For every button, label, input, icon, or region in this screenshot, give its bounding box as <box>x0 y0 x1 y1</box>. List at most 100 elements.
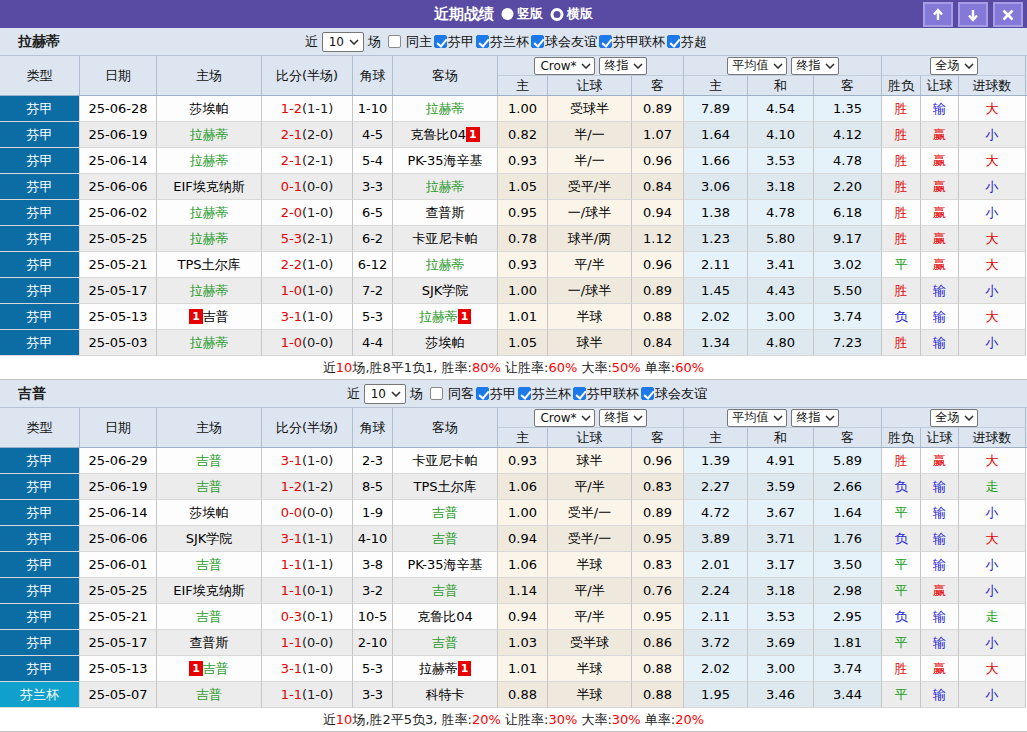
avg-select[interactable]: 平均值 <box>727 57 787 75</box>
chevron-down-icon <box>349 39 359 45</box>
league-checkbox[interactable] <box>434 35 447 48</box>
avg-away-cell: 7.23 <box>814 330 882 356</box>
league-checkbox[interactable] <box>518 387 531 400</box>
league-checkbox[interactable] <box>531 35 544 48</box>
away-odds-cell: 1.07 <box>632 122 684 148</box>
odds-stage-select[interactable]: 终指 <box>599 57 647 75</box>
odds-stage-select[interactable]: 终指 <box>599 409 647 427</box>
team-name: 拉赫蒂 <box>190 334 229 352</box>
away-odds-cell: 0.89 <box>632 278 684 304</box>
same-venue-checkbox[interactable] <box>388 35 401 48</box>
arrow-up-icon <box>931 8 945 22</box>
date-cell: 25-05-25 <box>80 578 157 604</box>
team-name: 吉普 <box>203 660 229 678</box>
avg-draw-cell: 5.80 <box>748 226 814 252</box>
league-checkbox[interactable] <box>641 387 654 400</box>
avg-home-cell: 1.95 <box>684 682 748 708</box>
titlebar: 近期战绩 竖版 横版 <box>0 0 1027 28</box>
avg-away-cell: 5.89 <box>814 448 882 474</box>
column-header: 主 <box>498 76 548 95</box>
team-name: EIF埃克纳斯 <box>173 178 245 196</box>
league-cell: 芬甲 <box>0 578 80 604</box>
league-checkbox[interactable] <box>667 35 680 48</box>
home-team-cell: 拉赫蒂 <box>157 226 262 252</box>
avg-home-cell: 2.11 <box>684 252 748 278</box>
home-team-cell: 拉赫蒂 <box>157 330 262 356</box>
league-cell: 芬甲 <box>0 630 80 656</box>
score-cell: 1-2(1-2) <box>262 474 353 500</box>
home-team-cell: 拉赫蒂 <box>157 148 262 174</box>
summary-row: 近10场,胜8平1负1, 胜率:80% 让胜率:60% 大率:50% 单率:60… <box>0 356 1027 380</box>
away-odds-cell: 0.95 <box>632 604 684 630</box>
avg-away-cell: 1.64 <box>814 500 882 526</box>
result-cell: 胜 <box>882 330 921 356</box>
team-title: 拉赫蒂 <box>0 33 60 51</box>
same-venue-checkbox[interactable] <box>430 387 443 400</box>
handicap-cell: 半球 <box>548 656 632 682</box>
match-count-select[interactable]: 10 <box>364 384 406 404</box>
handicap-result-cell: 输 <box>921 552 959 578</box>
away-odds-cell: 0.76 <box>632 578 684 604</box>
match-row: 芬甲25-06-19吉普1-2(1-2)8-5TPS土尔库1.06平/半0.83… <box>0 474 1027 500</box>
home-team-cell: 拉赫蒂 <box>157 200 262 226</box>
match-count-select[interactable]: 10 <box>322 32 364 52</box>
corners-cell: 2-3 <box>353 448 393 474</box>
result-cell: 负 <box>882 474 921 500</box>
away-team-cell: PK-35海辛基 <box>393 148 498 174</box>
handicap-result-cell: 输 <box>921 682 959 708</box>
goals-result-cell: 小 <box>959 200 1026 226</box>
league-checkbox[interactable] <box>476 387 489 400</box>
scope-select[interactable]: 全场 <box>930 57 978 75</box>
handicap-cell: 半/一 <box>548 122 632 148</box>
avg-home-cell: 7.89 <box>684 96 748 122</box>
date-cell: 25-05-07 <box>80 682 157 708</box>
radio-vertical-layout[interactable]: 竖版 <box>501 5 543 23</box>
away-odds-cell: 0.89 <box>632 96 684 122</box>
corners-cell: 5-3 <box>353 304 393 330</box>
odds-company-select[interactable]: Crow* <box>534 57 594 75</box>
handicap-cell: 一/球半 <box>548 278 632 304</box>
date-cell: 25-05-13 <box>80 656 157 682</box>
summary-row: 近10场,胜2平5负3, 胜率:20% 让胜率:30% 大率:30% 单率:20… <box>0 708 1027 732</box>
column-header: 让球 <box>548 428 632 447</box>
radio-horizontal-layout[interactable]: 横版 <box>550 5 593 23</box>
score-cell: 0-1(0-0) <box>262 174 353 200</box>
league-cell: 芬甲 <box>0 304 80 330</box>
date-cell: 25-05-21 <box>80 252 157 278</box>
avg-draw-cell: 3.41 <box>748 252 814 278</box>
league-checkbox[interactable] <box>573 387 586 400</box>
date-cell: 25-06-14 <box>80 148 157 174</box>
match-row: 芬甲25-05-17拉赫蒂1-0(1-0)7-2SJK学院1.00一/球半0.8… <box>0 278 1027 304</box>
corners-cell: 5-3 <box>353 656 393 682</box>
move-up-button[interactable] <box>923 2 953 27</box>
corners-cell: 1-9 <box>353 500 393 526</box>
team-section-header: 吉普近10场同客芬甲芬兰杯芬甲联杯球会友谊 <box>0 380 1027 408</box>
away-odds-cell: 0.94 <box>632 200 684 226</box>
home-team-cell: 拉赫蒂 <box>157 122 262 148</box>
result-cell: 平 <box>882 252 921 278</box>
move-down-button[interactable] <box>958 2 988 27</box>
team-name: PK-35海辛基 <box>407 152 482 170</box>
avg-stage-select[interactable]: 终指 <box>791 57 839 75</box>
goals-result-cell: 小 <box>959 278 1026 304</box>
corners-cell: 6-12 <box>353 252 393 278</box>
away-odds-cell: 0.84 <box>632 330 684 356</box>
away-odds-cell: 0.96 <box>632 148 684 174</box>
league-checkbox[interactable] <box>476 35 489 48</box>
date-cell: 25-06-02 <box>80 200 157 226</box>
avg-stage-select[interactable]: 终指 <box>791 409 839 427</box>
handicap-result-cell: 赢 <box>921 122 959 148</box>
chevron-down-icon <box>825 415 835 421</box>
league-cell: 芬甲 <box>0 122 80 148</box>
league-cell: 芬甲 <box>0 148 80 174</box>
odds-company-select[interactable]: Crow* <box>534 409 594 427</box>
scope-select[interactable]: 全场 <box>930 409 978 427</box>
close-button[interactable] <box>993 2 1023 27</box>
league-checkbox[interactable] <box>599 35 612 48</box>
league-cell: 芬甲 <box>0 500 80 526</box>
score-cell: 3-1(1-1) <box>262 526 353 552</box>
match-row: 芬甲25-06-19拉赫蒂2-1(2-0)4-5克鲁比0410.82半/一1.0… <box>0 122 1027 148</box>
date-cell: 25-06-06 <box>80 526 157 552</box>
chevron-down-icon <box>773 415 783 421</box>
avg-select[interactable]: 平均值 <box>727 409 787 427</box>
